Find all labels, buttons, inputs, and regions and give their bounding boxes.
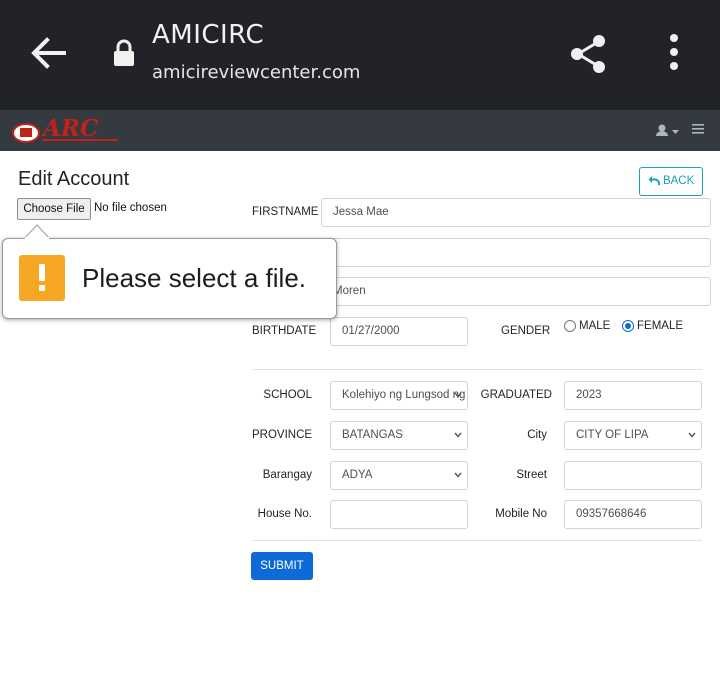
svg-text:ARC: ARC (41, 115, 99, 142)
province-value: BATANGAS (342, 429, 403, 441)
middlename-input[interactable] (321, 238, 711, 267)
undo-icon (648, 176, 660, 185)
gender-label: GENDER (501, 325, 551, 337)
barangay-label: Barangay (262, 469, 312, 481)
school-value: Kolehiyo ng Lungsod ng Lipa (342, 389, 467, 401)
tooltip-message: Please select a file. (82, 263, 307, 293)
submit-button[interactable]: SUBMIT (251, 552, 313, 580)
chevron-down-icon (688, 432, 696, 438)
chevron-down-icon (454, 392, 462, 398)
file-status-text: No file chosen (94, 202, 167, 214)
province-label: PROVINCE (252, 429, 313, 441)
gender-male-label: MALE (579, 320, 611, 332)
site-url[interactable]: amicireviewcenter.com (152, 62, 360, 83)
validation-tooltip: Please select a file. (2, 238, 337, 319)
browser-toolbar: AMICIRC amicireviewcenter.com (0, 0, 720, 110)
house-no-input[interactable] (330, 500, 468, 529)
tooltip-arrow-join (25, 237, 49, 240)
back-button-label: BACK (662, 175, 695, 187)
gender-female-radio[interactable] (622, 320, 634, 332)
chevron-down-icon (454, 432, 462, 438)
street-label: Street (516, 469, 547, 481)
back-button[interactable]: BACK (639, 167, 703, 196)
hamburger-icon[interactable] (692, 123, 704, 135)
firstname-label: FIRSTNAME (252, 206, 319, 218)
page-title: Edit Account (18, 168, 130, 190)
user-menu-icon[interactable] (656, 123, 682, 139)
app-navbar: ARC (0, 110, 720, 151)
lastname-input[interactable]: Moren (321, 277, 711, 306)
barangay-value: ADYA (342, 469, 373, 481)
more-vert-icon[interactable] (660, 33, 688, 73)
school-label: SCHOOL (263, 389, 312, 401)
choose-file-button[interactable]: Choose File (17, 198, 91, 220)
school-select[interactable]: Kolehiyo ng Lungsod ng Lipa (330, 381, 468, 410)
site-title: AMICIRC (152, 20, 265, 50)
city-value: CITY OF LIPA (576, 429, 649, 441)
mobile-no-label: Mobile No (495, 508, 547, 520)
street-input[interactable] (564, 461, 702, 490)
arc-logo[interactable]: ARC (12, 115, 120, 145)
birthdate-label: BIRTHDATE (252, 325, 317, 337)
province-select[interactable]: BATANGAS (330, 421, 468, 450)
graduated-input[interactable]: 2023 (564, 381, 702, 410)
graduated-label: GRADUATED (480, 389, 552, 401)
gender-female-label: FEMALE (637, 320, 684, 332)
divider (252, 540, 702, 541)
gender-male-radio[interactable] (564, 320, 576, 332)
divider (252, 369, 702, 370)
city-select[interactable]: CITY OF LIPA (564, 421, 702, 450)
lock-icon (114, 39, 134, 66)
chevron-down-icon (454, 472, 462, 478)
back-arrow-icon[interactable] (28, 33, 68, 73)
barangay-select[interactable]: ADYA (330, 461, 468, 490)
mobile-no-input[interactable]: 09357668646 (564, 500, 702, 529)
house-no-label: House No. (257, 508, 312, 520)
firstname-input[interactable]: Jessa Mae (321, 198, 711, 227)
birthdate-input[interactable]: 01/27/2000 (330, 317, 468, 346)
warning-icon (19, 255, 65, 301)
share-icon[interactable] (566, 32, 610, 76)
city-label: City (527, 429, 547, 441)
